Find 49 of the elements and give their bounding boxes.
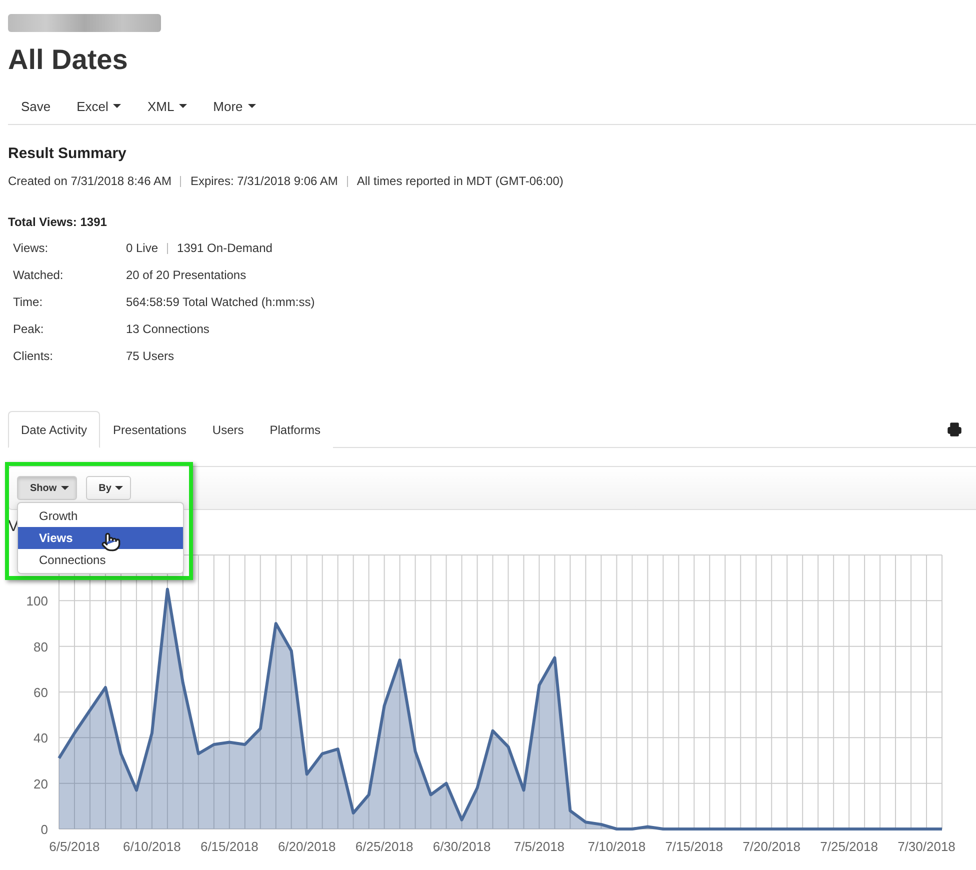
x-tick-label: 6/25/2018 bbox=[355, 839, 414, 854]
section-heading: Result Summary bbox=[8, 145, 128, 162]
y-tick-label: 20 bbox=[34, 776, 48, 792]
stat-value: 13 Connections bbox=[126, 321, 210, 338]
stat-label: Clients: bbox=[13, 348, 54, 365]
y-tick-label: 100 bbox=[26, 594, 48, 609]
dropdown-button[interactable]: XML bbox=[134, 98, 200, 114]
x-tick-label: 7/20/2018 bbox=[742, 839, 801, 854]
caret-icon bbox=[60, 486, 69, 490]
stat-value: 20 of 20 Presentations bbox=[126, 267, 246, 284]
stat-label: Peak: bbox=[13, 321, 45, 338]
x-tick-label: 7/30/2018 bbox=[898, 839, 956, 854]
meta-text: Expires: 7/31/2018 9:06 AM bbox=[190, 174, 338, 188]
stat-value: 75 Users bbox=[126, 348, 174, 365]
total-views: Total Views: 1391 bbox=[8, 215, 108, 229]
stat-label: Time: bbox=[13, 294, 44, 311]
menu-item[interactable]: Views bbox=[18, 527, 183, 549]
stat-value: 0 Live bbox=[126, 240, 158, 257]
stat-label: Views: bbox=[13, 240, 50, 257]
y-tick-label: 60 bbox=[34, 685, 48, 700]
y-tick-label: 80 bbox=[34, 639, 48, 654]
page-title: All Dates bbox=[8, 43, 129, 77]
x-tick-label: 6/30/2018 bbox=[432, 839, 491, 854]
toolbar-button[interactable]: Save bbox=[8, 98, 64, 114]
stat-label: Watched: bbox=[13, 267, 64, 284]
x-tick-label: 6/5/2018 bbox=[49, 839, 100, 854]
printer-icon[interactable] bbox=[947, 422, 962, 437]
meta-text: All times reported in MDT (GMT-06:00) bbox=[356, 174, 564, 188]
dropdown-button[interactable]: More bbox=[200, 98, 269, 114]
x-tick-label: 6/20/2018 bbox=[278, 839, 336, 854]
stat-value: 564:58:59 Total Watched (h:mm:ss) bbox=[126, 294, 315, 311]
x-tick-label: 7/5/2018 bbox=[514, 839, 565, 854]
x-tick-label: 7/10/2018 bbox=[588, 839, 646, 854]
y-tick-label: 40 bbox=[34, 730, 48, 746]
x-tick-label: 6/10/2018 bbox=[123, 839, 181, 854]
tab[interactable]: Date Activity bbox=[8, 411, 100, 448]
dropdown-button[interactable]: By bbox=[86, 476, 132, 500]
y-tick-label: 0 bbox=[40, 822, 48, 837]
menu-item[interactable]: Growth bbox=[18, 505, 183, 527]
hand-cursor-icon bbox=[101, 532, 121, 552]
x-tick-label: 7/25/2018 bbox=[820, 839, 878, 854]
dropdown-button[interactable]: Show bbox=[17, 476, 77, 500]
dropdown-button[interactable]: Excel bbox=[64, 98, 134, 114]
menu-item[interactable]: Connections bbox=[18, 549, 183, 571]
meta-text: Created on 7/31/2018 8:46 AM bbox=[8, 174, 172, 188]
x-tick-label: 6/15/2018 bbox=[200, 839, 258, 854]
caret-icon bbox=[115, 486, 124, 490]
x-tick-label: 7/15/2018 bbox=[665, 839, 724, 854]
stat-value: 1391 On-Demand bbox=[177, 240, 272, 257]
